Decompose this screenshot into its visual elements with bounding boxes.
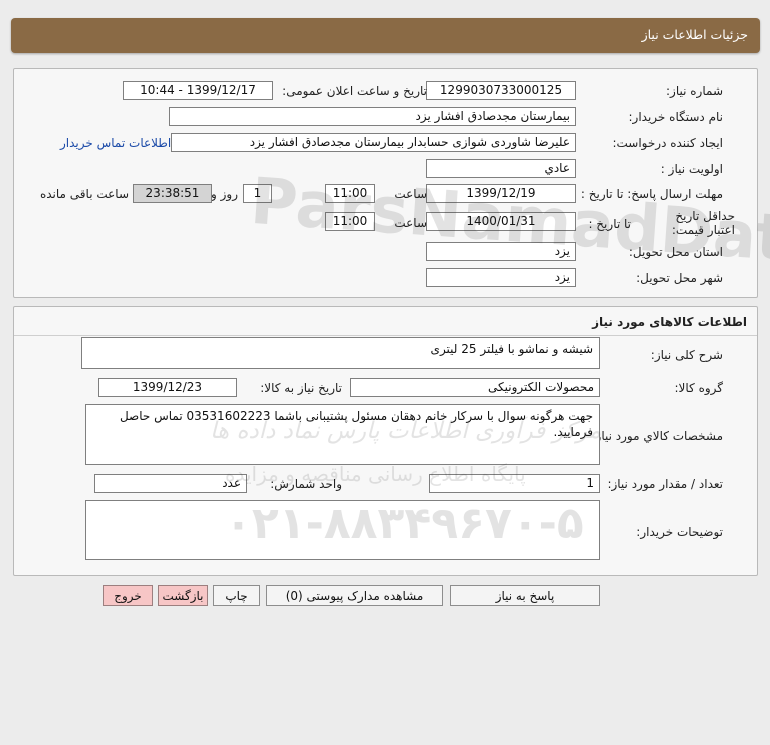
city-field: یزد (426, 268, 576, 287)
notes-field (85, 500, 600, 560)
creator-label: ایجاد کننده درخواست: (612, 136, 723, 150)
priority-field: عادي (426, 159, 576, 178)
validity-label: حداقل تاریخ اعتبار قیمت: (671, 209, 735, 237)
need-info-panel: شماره نیاز: 1299030733000125 تاریخ و ساع… (13, 68, 758, 298)
validity-time-field: 11:00 (325, 212, 375, 231)
buyer-label: نام دستگاه خریدار: (628, 110, 724, 124)
print-button[interactable]: چاپ (213, 585, 260, 606)
deadline-date-field: 1399/12/19 (426, 184, 576, 203)
specs-field: جهت هرگونه سوال با سرکار خانم دهقان مسئو… (85, 404, 600, 465)
goods-info-panel: اطلاعات کالاهای مورد نیاز شرح کلی نیاز: … (13, 306, 758, 576)
validity-to-label: تا تاریخ : (588, 217, 631, 231)
page-title: جزئیات اطلاعات نیاز (641, 27, 748, 42)
deadline-label: مهلت ارسال پاسخ: تا تاریخ : (580, 187, 723, 201)
buyer-field: بیمارستان مجدصادق افشار یزد (169, 107, 576, 126)
days-field: 1 (243, 184, 272, 203)
need-number-field: 1299030733000125 (426, 81, 576, 100)
validity-date-field: 1400/01/31 (426, 212, 576, 231)
group-label: گروه کالا: (674, 381, 724, 395)
need-number-label: شماره نیاز: (666, 84, 723, 98)
goods-section-title: اطلاعات کالاهای مورد نیاز (592, 315, 747, 329)
section-divider (14, 335, 757, 336)
deadline-time-label: ساعت (394, 187, 427, 201)
announce-label: تاریخ و ساعت اعلان عمومی: (282, 84, 427, 98)
reply-button[interactable]: پاسخ به نیاز (450, 585, 600, 606)
remaining-time-field: 23:38:51 (133, 184, 212, 203)
announce-field: 1399/12/17 - 10:44 (123, 81, 273, 100)
need-date-label: تاریخ نیاز به کالا: (260, 381, 342, 395)
qty-label: تعداد / مقدار مورد نیاز: (607, 477, 723, 491)
specs-label: مشخصات کالاي مورد نياز: (591, 429, 723, 443)
exit-button[interactable]: خروج (103, 585, 153, 606)
province-field: یزد (426, 242, 576, 261)
days-label: روز و (211, 187, 238, 201)
priority-label: اولویت نیاز : (660, 162, 723, 176)
buyer-contact-link[interactable]: اطلاعات تماس خریدار (60, 136, 171, 150)
remaining-label: ساعت باقی مانده (39, 187, 129, 201)
province-label: استان محل تحویل: (628, 245, 723, 259)
validity-time-label: ساعت (394, 216, 427, 230)
notes-label: توضیحات خریدار: (636, 525, 723, 539)
summary-field: شیشه و نماشو با فیلتر 25 لیتری (81, 337, 600, 369)
qty-field: 1 (429, 474, 600, 493)
summary-label: شرح کلی نیاز: (650, 348, 723, 362)
creator-field: علیرضا شاوردی شوازی حسابدار بیمارستان مج… (171, 133, 576, 152)
view-attachments-button[interactable]: مشاهده مدارک پیوستی (0) (266, 585, 443, 606)
need-date-field: 1399/12/23 (98, 378, 237, 397)
group-field: محصولات الکترونیکی (350, 378, 600, 397)
unit-field: عدد (94, 474, 247, 493)
back-button[interactable]: بازگشت (158, 585, 208, 606)
page-header: جزئیات اطلاعات نیاز (11, 18, 760, 53)
deadline-time-field: 11:00 (325, 184, 375, 203)
city-label: شهر محل تحویل: (636, 271, 723, 285)
unit-label: واحد شمارش: (270, 477, 342, 491)
